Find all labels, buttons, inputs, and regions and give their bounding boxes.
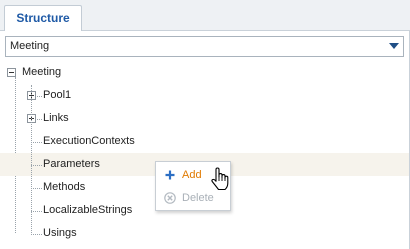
tree-connector: [31, 142, 42, 143]
tree-node-label[interactable]: LocalizableStrings: [43, 199, 132, 222]
tree-node-label[interactable]: Pool1: [43, 84, 71, 107]
tree-node-links[interactable]: Links: [0, 107, 409, 130]
tree-node-label[interactable]: Parameters: [43, 153, 100, 176]
plus-icon: [164, 169, 176, 181]
delete-circle-icon: [164, 192, 176, 204]
object-dropdown[interactable]: Meeting: [5, 36, 404, 57]
tree-connector: [31, 234, 42, 235]
tab-structure[interactable]: Structure: [4, 5, 82, 32]
tree-node-label[interactable]: Methods: [43, 176, 85, 199]
chevron-down-icon[interactable]: [385, 37, 403, 56]
tree-connector: [31, 211, 42, 212]
context-menu: Add Delete: [155, 161, 231, 211]
tree-connector: [35, 96, 42, 97]
structure-panel: Meeting Meeting Pool1 Links ExecutionCon…: [0, 31, 410, 249]
delete-menu-label: Delete: [182, 192, 214, 204]
tab-strip: Structure: [0, 0, 410, 32]
tree-node-label[interactable]: Meeting: [22, 61, 61, 84]
tree-node-executioncontexts[interactable]: ExecutionContexts: [0, 130, 409, 153]
tree-connector: [31, 188, 42, 189]
collapse-icon[interactable]: [7, 68, 16, 77]
tree-node-meeting[interactable]: Meeting: [0, 61, 409, 84]
tree-node-label[interactable]: ExecutionContexts: [43, 130, 135, 153]
tree-connector: [35, 119, 42, 120]
tree-connector: [31, 165, 42, 166]
tree-guide-line: [31, 85, 32, 235]
tree-node-label[interactable]: Links: [43, 107, 69, 130]
tree-node-label[interactable]: Usings: [43, 222, 77, 245]
tree-node-pool1[interactable]: Pool1: [0, 84, 409, 107]
tree-node-usings[interactable]: Usings: [0, 222, 409, 245]
add-menu-label: Add: [182, 169, 202, 181]
add-menu-item[interactable]: Add: [156, 164, 230, 186]
dropdown-value: Meeting: [10, 40, 50, 52]
delete-menu-item[interactable]: Delete: [156, 187, 230, 209]
